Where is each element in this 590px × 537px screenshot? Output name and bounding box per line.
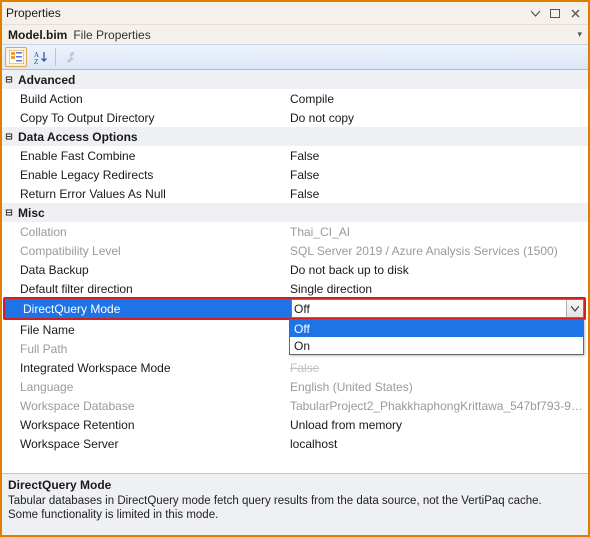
property-name: Data Backup — [16, 263, 288, 277]
property-row[interactable]: Default filter directionSingle direction — [2, 279, 588, 298]
property-name: Integrated Workspace Mode — [16, 361, 288, 375]
property-row[interactable]: Data BackupDo not back up to disk — [2, 260, 588, 279]
property-value: TabularProject2_PhakkhaphongKrittawa_547… — [288, 399, 588, 413]
property-value: Unload from memory — [288, 418, 588, 432]
wrench-icon — [64, 50, 79, 64]
toolbar: A Z — [2, 44, 588, 70]
property-value: Thai_CI_AI — [288, 225, 588, 239]
property-grid: ⊟AdvancedBuild ActionCompileCopy To Outp… — [2, 70, 588, 473]
category-label: Data Access Options — [16, 130, 288, 144]
property-name: Return Error Values As Null — [16, 187, 288, 201]
selected-row-highlight: DirectQuery Mode Off — [3, 297, 586, 320]
category-label: Advanced — [16, 73, 288, 87]
property-row[interactable]: Enable Legacy RedirectsFalse — [2, 165, 588, 184]
category-row[interactable]: ⊟Advanced — [2, 70, 588, 89]
property-row[interactable]: Return Error Values As NullFalse — [2, 184, 588, 203]
property-value: Off — [292, 302, 566, 316]
property-name: DirectQuery Mode — [19, 302, 291, 316]
close-button[interactable] — [566, 5, 584, 21]
property-name: Workspace Database — [16, 399, 288, 413]
svg-text:Z: Z — [34, 58, 38, 64]
property-value: False — [288, 187, 588, 201]
collapse-icon[interactable]: ⊟ — [2, 131, 16, 142]
property-value: Single direction — [288, 282, 588, 296]
dropdown-button[interactable] — [566, 300, 583, 317]
object-type: File Properties — [73, 28, 150, 42]
window-options-button[interactable] — [526, 5, 544, 21]
description-text-2: Some functionality is limited in this mo… — [8, 508, 582, 522]
categorized-button[interactable] — [5, 47, 27, 67]
property-name: Full Path — [16, 342, 288, 356]
property-row[interactable]: CollationThai_CI_AI — [2, 222, 588, 241]
window-title: Properties — [6, 6, 61, 20]
object-header: Model.bim File Properties ▾ — [2, 24, 588, 44]
property-name: Enable Legacy Redirects — [16, 168, 288, 182]
description-panel: DirectQuery Mode Tabular databases in Di… — [2, 473, 588, 535]
property-name: Workspace Server — [16, 437, 288, 451]
property-name: Workspace Retention — [16, 418, 288, 432]
close-icon — [571, 9, 580, 18]
property-row[interactable]: Copy To Output DirectoryDo not copy — [2, 108, 588, 127]
property-row[interactable]: Compatibility LevelSQL Server 2019 / Azu… — [2, 241, 588, 260]
property-row[interactable]: LanguageEnglish (United States) — [2, 377, 588, 396]
property-name: File Name — [16, 323, 288, 337]
maximize-icon — [550, 9, 560, 18]
dropdown-option[interactable]: Off — [290, 320, 583, 337]
property-value: localhost — [288, 437, 588, 451]
property-name: Compatibility Level — [16, 244, 288, 258]
dropdown-list[interactable]: OffOn — [289, 319, 584, 355]
alphabetical-button[interactable]: A Z — [29, 47, 51, 67]
property-value: SQL Server 2019 / Azure Analysis Service… — [288, 244, 588, 258]
property-name: Copy To Output Directory — [16, 111, 288, 125]
property-row-selected[interactable]: DirectQuery Mode Off — [5, 299, 584, 318]
property-value: Compile — [288, 92, 588, 106]
property-row[interactable]: Workspace RetentionUnload from memory — [2, 415, 588, 434]
chevron-down-icon — [531, 9, 540, 18]
property-name: Build Action — [16, 92, 288, 106]
property-name: Default filter direction — [16, 282, 288, 296]
property-name: Enable Fast Combine — [16, 149, 288, 163]
category-label: Misc — [16, 206, 288, 220]
property-value: False — [288, 149, 588, 163]
maximize-button[interactable] — [546, 5, 564, 21]
description-title: DirectQuery Mode — [8, 478, 582, 492]
property-value: English (United States) — [288, 380, 588, 394]
toolbar-separator — [55, 48, 56, 66]
property-name: Collation — [16, 225, 288, 239]
description-text-1: Tabular databases in DirectQuery mode fe… — [8, 494, 582, 508]
chevron-down-icon — [571, 306, 579, 312]
property-row[interactable]: Enable Fast CombineFalse — [2, 146, 588, 165]
property-pages-button[interactable] — [60, 47, 82, 67]
property-row[interactable]: Integrated Workspace ModeFalse — [2, 358, 588, 377]
object-name: Model.bim — [8, 28, 67, 42]
alphabetical-icon: A Z — [33, 50, 48, 64]
dropdown-option[interactable]: On — [290, 337, 583, 354]
collapse-icon[interactable]: ⊟ — [2, 207, 16, 218]
category-row[interactable]: ⊟Misc — [2, 203, 588, 222]
collapse-icon[interactable]: ⊟ — [2, 74, 16, 85]
property-row[interactable]: Workspace DatabaseTabularProject2_Phakkh… — [2, 396, 588, 415]
categorized-icon — [9, 50, 24, 64]
property-value: Do not copy — [288, 111, 588, 125]
property-value: False — [288, 361, 588, 375]
category-row[interactable]: ⊟Data Access Options — [2, 127, 588, 146]
object-dropdown[interactable]: ▾ — [577, 29, 582, 40]
property-row[interactable]: Build ActionCompile — [2, 89, 588, 108]
property-value-editor[interactable]: Off — [291, 299, 584, 318]
property-row[interactable]: Workspace Serverlocalhost — [2, 434, 588, 453]
title-bar: Properties — [2, 2, 588, 24]
property-name: Language — [16, 380, 288, 394]
property-value: Do not back up to disk — [288, 263, 588, 277]
property-value: False — [288, 168, 588, 182]
